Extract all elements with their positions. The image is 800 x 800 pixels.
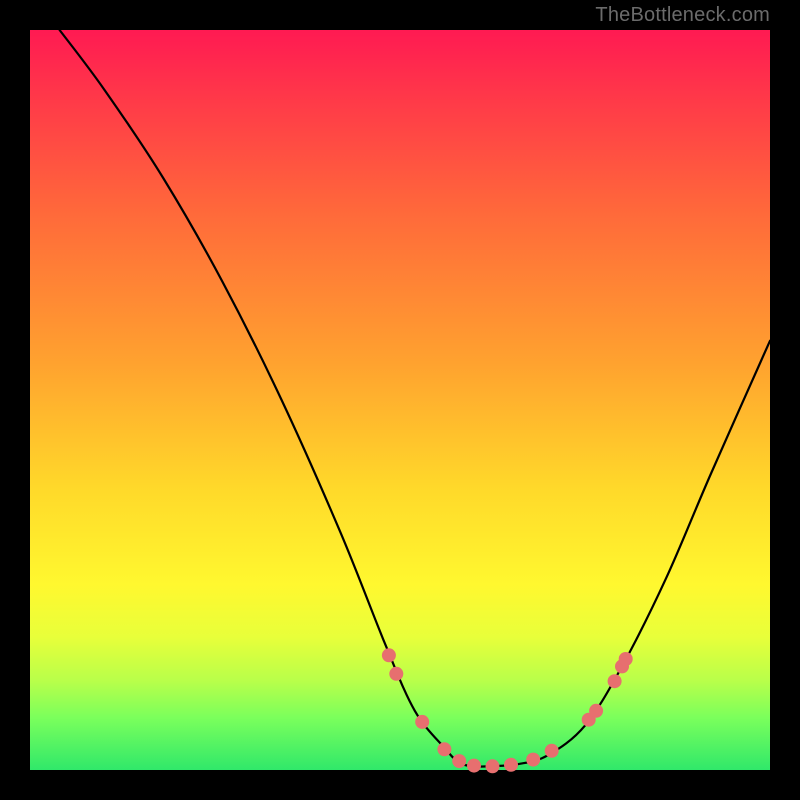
- curve-marker: [526, 753, 540, 767]
- chart-frame: TheBottleneck.com: [0, 0, 800, 800]
- curve-marker: [415, 715, 429, 729]
- curve-marker: [486, 759, 500, 773]
- curve-marker: [608, 674, 622, 688]
- plot-area: [30, 30, 770, 770]
- watermark-label: TheBottleneck.com: [595, 4, 770, 27]
- curve-markers: [382, 648, 633, 773]
- curve-marker: [545, 744, 559, 758]
- curve-marker: [437, 742, 451, 756]
- curve-marker: [389, 667, 403, 681]
- curve-marker: [452, 754, 466, 768]
- curve-marker: [619, 652, 633, 666]
- bottleneck-curve: [60, 30, 770, 767]
- curve-marker: [589, 704, 603, 718]
- curve-marker: [467, 759, 481, 773]
- curve-marker: [504, 758, 518, 772]
- curve-svg: [30, 30, 770, 770]
- curve-marker: [382, 648, 396, 662]
